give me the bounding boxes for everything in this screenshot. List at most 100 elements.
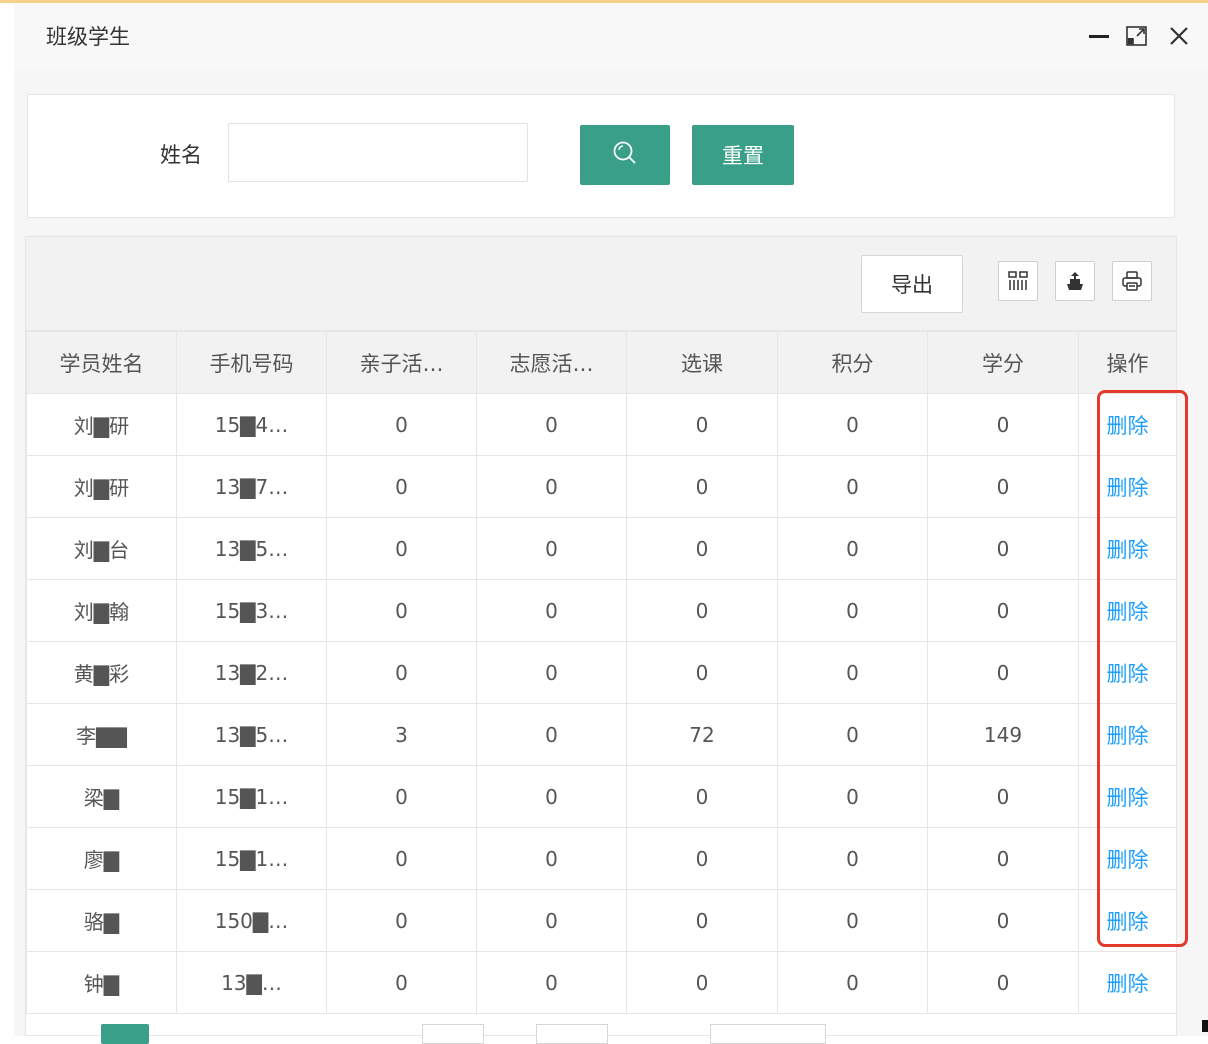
cell-credits: 0 (927, 827, 1079, 890)
cell-volunteer: 0 (476, 765, 627, 828)
cell-name: 廖▇ (26, 827, 177, 890)
minimize-icon[interactable] (1086, 23, 1112, 49)
header-course-selection[interactable]: 选课 (626, 331, 778, 394)
cell-phone: 15▇3… (176, 579, 327, 642)
cell-courses: 0 (626, 641, 778, 704)
cell-courses: 0 (626, 827, 778, 890)
cell-points: 0 (777, 951, 928, 1014)
cell-courses: 0 (626, 889, 778, 952)
delete-link[interactable]: 删除 (1078, 641, 1177, 704)
cell-courses: 0 (626, 455, 778, 518)
cell-parent-child: 3 (326, 703, 477, 766)
delete-link[interactable]: 删除 (1078, 579, 1177, 642)
cell-courses: 0 (626, 951, 778, 1014)
cell-points: 0 (777, 703, 928, 766)
table-row: 刘▇研 15▇4… 0 0 0 0 0 删除 (26, 393, 1177, 456)
table-row: 刘▇翰 15▇3… 0 0 0 0 0 删除 (26, 579, 1177, 642)
pagination-input[interactable] (422, 1024, 484, 1044)
cell-phone: 15▇1… (176, 827, 327, 890)
cell-parent-child: 0 (326, 641, 477, 704)
header-parent-child-activity[interactable]: 亲子活… (326, 331, 477, 394)
cell-credits: 0 (927, 393, 1079, 456)
search-button[interactable] (580, 125, 670, 185)
table-row: 刘▇台 13▇5… 0 0 0 0 0 删除 (26, 517, 1177, 580)
cell-parent-child: 0 (326, 951, 477, 1014)
cell-credits: 0 (927, 951, 1079, 1014)
table-header-row: 学员姓名 手机号码 亲子活… 志愿活… 选课 积分 学分 操作 (26, 331, 1177, 394)
cell-courses: 72 (626, 703, 778, 766)
cell-volunteer: 0 (476, 393, 627, 456)
table-row: 李▇▇ 13▇5… 3 0 72 0 149 删除 (26, 703, 1177, 766)
cell-volunteer: 0 (476, 827, 627, 890)
cell-name: 钟▇ (26, 951, 177, 1014)
header-actions: 操作 (1078, 331, 1177, 394)
name-search-input[interactable] (228, 123, 528, 182)
delete-link[interactable]: 删除 (1078, 517, 1177, 580)
cell-volunteer: 0 (476, 951, 627, 1014)
table-row: 梁▇ 15▇1… 0 0 0 0 0 删除 (26, 765, 1177, 828)
table-row: 黄▇彩 13▇2… 0 0 0 0 0 删除 (26, 641, 1177, 704)
cell-volunteer: 0 (476, 455, 627, 518)
reset-button[interactable]: 重置 (692, 125, 794, 185)
cell-points: 0 (777, 579, 928, 642)
delete-link[interactable]: 删除 (1078, 889, 1177, 952)
table-row: 刘▇研 13▇7… 0 0 0 0 0 删除 (26, 455, 1177, 518)
table-row: 廖▇ 15▇1… 0 0 0 0 0 删除 (26, 827, 1177, 890)
cell-name: 刘▇研 (26, 455, 177, 518)
cell-courses: 0 (626, 517, 778, 580)
cell-phone: 15▇1… (176, 765, 327, 828)
export-icon[interactable] (1055, 261, 1095, 301)
delete-link[interactable]: 删除 (1078, 455, 1177, 518)
table-row: 钟▇ 13▇… 0 0 0 0 0 删除 (26, 951, 1177, 1014)
cell-volunteer: 0 (476, 703, 627, 766)
cell-phone: 13▇7… (176, 455, 327, 518)
delete-link[interactable]: 删除 (1078, 393, 1177, 456)
print-icon[interactable] (1112, 261, 1152, 301)
dialog-title: 班级学生 (46, 25, 130, 49)
cell-phone: 150▇… (176, 889, 327, 952)
cell-name: 刘▇台 (26, 517, 177, 580)
header-phone[interactable]: 手机号码 (176, 331, 327, 394)
delete-link[interactable]: 删除 (1078, 951, 1177, 1014)
header-student-name[interactable]: 学员姓名 (26, 331, 177, 394)
dialog-titlebar: 班级学生 (14, 3, 1208, 69)
cell-name: 刘▇翰 (26, 579, 177, 642)
delete-link[interactable]: 删除 (1078, 827, 1177, 890)
pagination-size-select[interactable] (710, 1024, 826, 1044)
maximize-icon[interactable] (1124, 23, 1150, 49)
cell-courses: 0 (626, 765, 778, 828)
cell-points: 0 (777, 827, 928, 890)
columns-icon[interactable] (998, 261, 1038, 301)
delete-link[interactable]: 删除 (1078, 703, 1177, 766)
close-icon[interactable] (1166, 23, 1192, 49)
corner-mark (1202, 1020, 1208, 1032)
cell-credits: 149 (927, 703, 1079, 766)
cell-parent-child: 0 (326, 393, 477, 456)
cell-parent-child: 0 (326, 765, 477, 828)
pagination-go-button[interactable] (536, 1024, 608, 1044)
cell-points: 0 (777, 641, 928, 704)
cell-name: 刘▇研 (26, 393, 177, 456)
cell-credits: 0 (927, 889, 1079, 952)
cell-name: 李▇▇ (26, 703, 177, 766)
pagination-current-page[interactable] (101, 1024, 149, 1044)
cell-points: 0 (777, 889, 928, 952)
header-volunteer-activity[interactable]: 志愿活… (476, 331, 627, 394)
header-credits[interactable]: 学分 (927, 331, 1079, 394)
search-panel: 姓名 重置 (27, 94, 1175, 218)
cell-parent-child: 0 (326, 579, 477, 642)
cell-volunteer: 0 (476, 889, 627, 952)
header-points[interactable]: 积分 (777, 331, 928, 394)
cell-courses: 0 (626, 393, 778, 456)
export-button[interactable]: 导出 (861, 255, 963, 313)
cell-parent-child: 0 (326, 517, 477, 580)
cell-credits: 0 (927, 579, 1079, 642)
delete-link[interactable]: 删除 (1078, 765, 1177, 828)
cell-points: 0 (777, 517, 928, 580)
table-toolbar: 导出 (26, 237, 1176, 331)
cell-parent-child: 0 (326, 827, 477, 890)
cell-phone: 15▇4… (176, 393, 327, 456)
cell-credits: 0 (927, 455, 1079, 518)
cell-phone: 13▇… (176, 951, 327, 1014)
cell-name: 黄▇彩 (26, 641, 177, 704)
